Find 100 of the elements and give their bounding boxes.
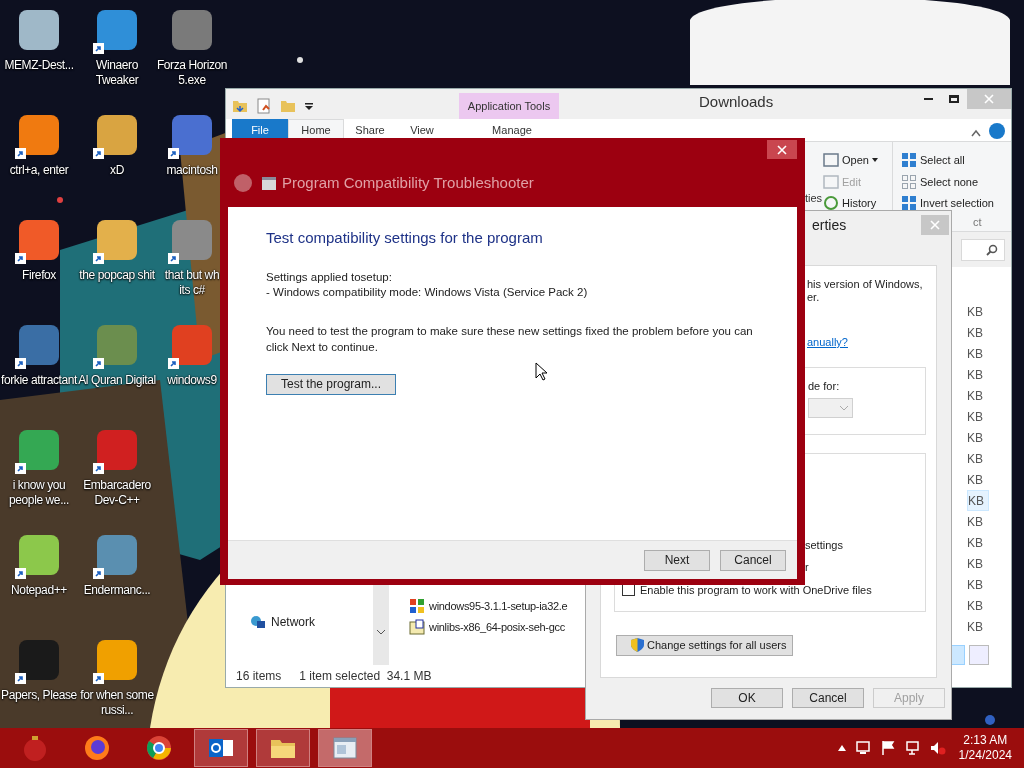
instruction-text: You need to test the program to make sure these new settings fixed the problem before you can click Next to continue. (266, 323, 754, 355)
icon-label: xD (109, 163, 125, 178)
taskbar-button[interactable] (256, 729, 310, 767)
shortcut-arrow-icon (15, 463, 26, 474)
dropdown-icon[interactable] (304, 101, 314, 111)
icon-label: Firefox (21, 268, 57, 283)
file-name[interactable]: winlibs-x86_64-posix-seh-gcc (409, 618, 565, 636)
test-program-button[interactable]: Test the program... (266, 373, 396, 395)
file-size: KB (967, 429, 984, 447)
icon-label: the popcap shit (78, 268, 156, 283)
icon-label: Al Quran Digital (78, 373, 156, 388)
shortcut-arrow-icon (93, 253, 104, 264)
shortcut-arrow-icon (168, 148, 179, 159)
dialog-button[interactable]: Cancel (720, 549, 786, 571)
close-icon (930, 220, 940, 230)
file-size: KB (967, 450, 984, 468)
flag-icon[interactable] (879, 740, 896, 756)
taskbar-button[interactable] (194, 729, 248, 767)
file-size: KB (967, 408, 984, 426)
shortcut-arrow-icon (15, 673, 26, 684)
context-tab-label: Application Tools (467, 98, 551, 114)
icon-label: forkie attractant (0, 373, 78, 388)
file-size: KB (967, 555, 984, 573)
file-name[interactable]: windows95-3.1.1-setup-ia32.e (409, 597, 568, 615)
grid-icon (901, 173, 917, 190)
option-text: r (805, 559, 809, 574)
globe-icon (250, 614, 266, 631)
ornament-icon (21, 734, 49, 762)
shortcut-arrow-icon (93, 358, 104, 369)
folder-icon[interactable] (232, 98, 248, 114)
ribbon-button[interactable]: Select all (901, 152, 1003, 169)
ribbon-button-label[interactable]: ties (804, 190, 822, 207)
nav-item[interactable]: Network (250, 613, 373, 632)
dialog-button[interactable]: Cancel (792, 688, 864, 708)
show-hidden-icon[interactable] (837, 745, 846, 751)
close-icon (984, 94, 994, 104)
flag-icon (409, 597, 425, 614)
ribbon-button[interactable]: Open (823, 152, 884, 169)
ribbon-tab[interactable]: File (232, 119, 288, 141)
shortcut-arrow-icon (93, 43, 104, 54)
file-size: KB (967, 576, 984, 594)
ribbon-tab[interactable]: Home (288, 119, 344, 141)
option-text: settings (805, 537, 843, 552)
shortcut-arrow-icon (93, 463, 104, 474)
icon-label: MEMZ-Dest... (3, 58, 75, 73)
group-label: de for: (808, 378, 841, 394)
grid-icon (901, 195, 917, 212)
file-size: KB (967, 471, 984, 489)
unknown-file-icon (409, 618, 425, 635)
file-size: KB (967, 387, 984, 405)
window-icon (262, 176, 276, 190)
ribbon-button[interactable]: Invert selection (901, 195, 1003, 212)
window-icon (823, 152, 839, 169)
icon-label: ctrl+a, enter (8, 163, 70, 178)
dialog-button[interactable]: Next (644, 549, 710, 571)
collapse-ribbon-icon[interactable] (971, 129, 981, 137)
icon-label: for when some russi... (79, 688, 155, 718)
shortcut-arrow-icon (93, 673, 104, 684)
mouse-cursor-icon (535, 362, 547, 381)
shortcut-arrow-icon (15, 253, 26, 264)
document-icon[interactable] (256, 98, 272, 114)
description-text: his version of Windows, (807, 278, 924, 291)
change-settings-button[interactable]: Change settings for all users (616, 634, 793, 656)
icon-label: i know you people we... (8, 478, 70, 508)
icon-label: Endermanc... (82, 583, 152, 598)
shortcut-arrow-icon (168, 253, 179, 264)
close-button[interactable] (767, 140, 797, 159)
file-size: KB (967, 324, 984, 342)
search-icon (986, 243, 998, 256)
file-size: KB (967, 618, 984, 636)
caret-icon (840, 405, 848, 411)
icon-label: Winaero Tweaker (94, 58, 140, 88)
help-icon[interactable] (989, 123, 1005, 139)
caret-icon (871, 158, 878, 163)
ribbon-button[interactable]: Select none (901, 173, 1003, 190)
network-icon[interactable] (854, 740, 871, 756)
file-size: KB (967, 597, 984, 615)
ribbon-button[interactable]: History (823, 195, 884, 212)
ribbon-tab[interactable]: View (396, 119, 448, 141)
icon-label: Notepad++ (10, 583, 68, 598)
dialog-button[interactable]: OK (711, 688, 783, 708)
file-size: KB (967, 345, 984, 363)
shortcut-arrow-icon (15, 148, 26, 159)
clock[interactable]: 2:13 AM 1/24/2024 (958, 733, 1012, 763)
shortcut-arrow-icon (168, 358, 179, 369)
icon-label: that but wh its c# (163, 268, 221, 298)
close-icon (777, 144, 787, 155)
help-link[interactable]: anually? (807, 334, 936, 351)
taskbar-button[interactable] (318, 729, 372, 767)
file-size: KB (967, 534, 984, 552)
muted-speaker-icon[interactable] (929, 740, 946, 756)
monitor-icon[interactable] (904, 740, 921, 756)
ribbon-tab[interactable]: Manage (462, 119, 562, 141)
search-field[interactable] (961, 238, 1005, 261)
group-label: ct (973, 216, 983, 227)
shortcut-arrow-icon (93, 568, 104, 579)
ribbon-tab[interactable]: Share (344, 119, 396, 141)
icon-label: Papers, Please (0, 688, 78, 703)
icon-label: Forza Horizon 5.exe (155, 58, 229, 88)
window-title: Downloads (699, 91, 774, 112)
